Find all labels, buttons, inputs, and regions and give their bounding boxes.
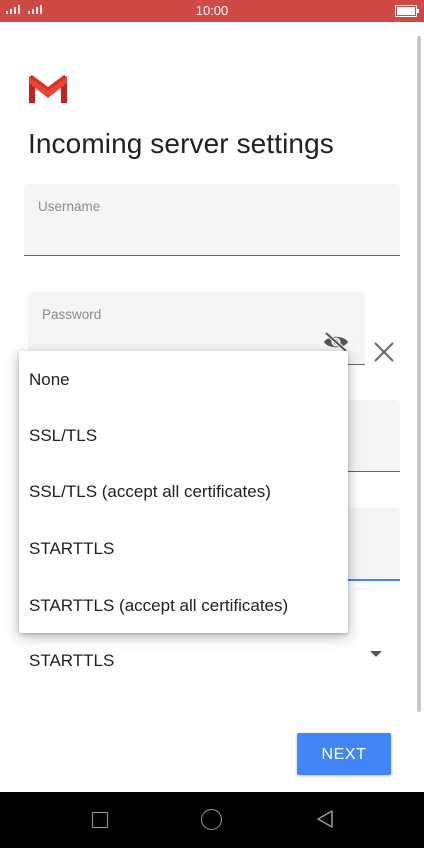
- close-icon[interactable]: [372, 340, 396, 364]
- eye-off-icon[interactable]: [322, 331, 350, 353]
- menu-item-none[interactable]: None: [19, 352, 348, 408]
- password-label: Password: [42, 307, 102, 322]
- dropdown-arrow-icon[interactable]: [370, 651, 382, 657]
- menu-item-ssl-tls[interactable]: SSL/TLS: [19, 408, 348, 464]
- scrollbar[interactable]: [417, 36, 421, 712]
- navigation-bar: [0, 792, 424, 848]
- gmail-logo: [29, 75, 67, 103]
- status-time: 10:00: [195, 3, 229, 18]
- home-icon[interactable]: [201, 809, 222, 830]
- status-bar: 10:00: [0, 0, 424, 22]
- next-button[interactable]: NEXT: [297, 733, 391, 775]
- username-label: Username: [38, 199, 101, 214]
- username-field[interactable]: Username: [24, 184, 400, 256]
- recent-apps-icon[interactable]: [92, 812, 108, 828]
- menu-item-ssl-tls-accept-all[interactable]: SSL/TLS (accept all certificates): [19, 464, 348, 520]
- screen: 10:00 Incoming server settings Username …: [0, 0, 424, 848]
- menu-item-starttls-accept-all[interactable]: STARTTLS (accept all certificates): [19, 578, 348, 634]
- page-title: Incoming server settings: [28, 128, 334, 159]
- menu-item-starttls[interactable]: STARTTLS: [19, 521, 348, 577]
- back-icon[interactable]: [315, 809, 335, 829]
- security-type-select[interactable]: STARTTLS: [29, 651, 114, 671]
- battery-icon: [395, 5, 419, 17]
- security-type-menu: None SSL/TLS SSL/TLS (accept all certifi…: [19, 351, 348, 633]
